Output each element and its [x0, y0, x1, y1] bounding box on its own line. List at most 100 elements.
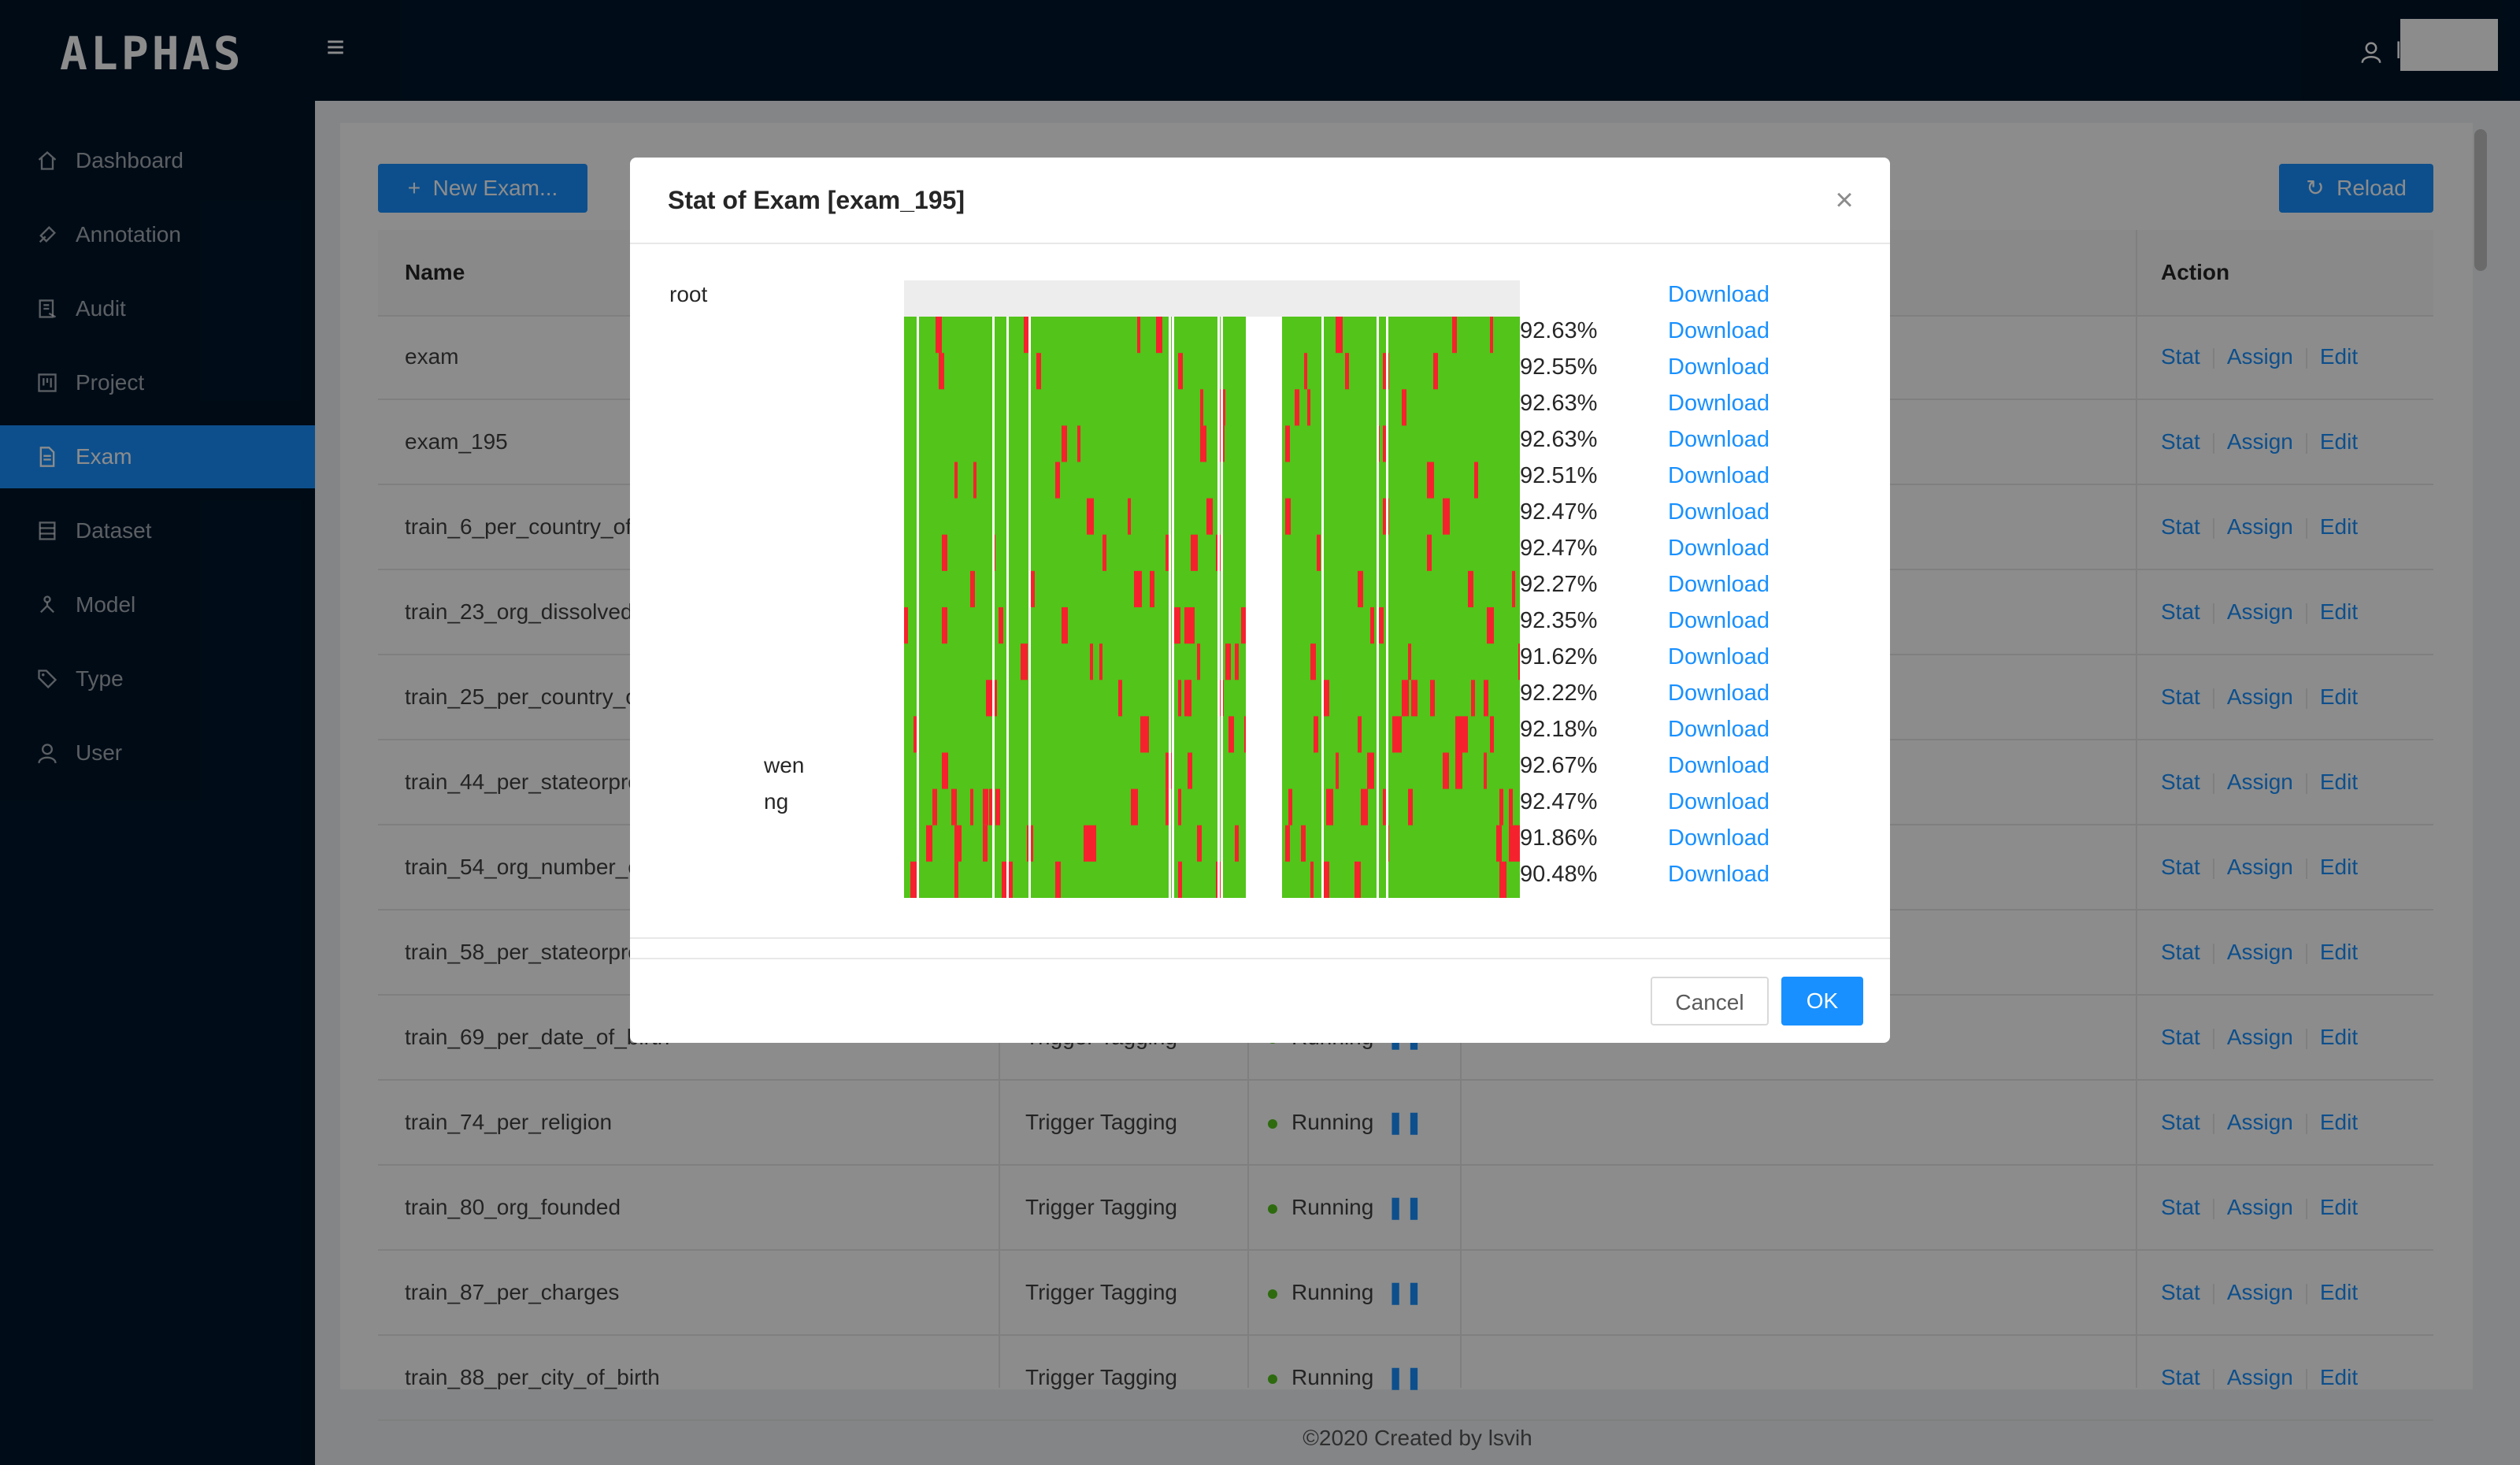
accuracy-value: 92.51%: [1520, 463, 1598, 488]
download-link[interactable]: Download: [1668, 644, 1770, 670]
heatmap-column-gap: [1028, 317, 1031, 898]
heatmap-error-cell: [1509, 825, 1516, 862]
tree-root-label[interactable]: root: [669, 282, 707, 307]
download-link[interactable]: Download: [1668, 463, 1770, 489]
heatmap-error-cell: [1443, 752, 1449, 789]
heatmap-error-cell: [1358, 716, 1362, 753]
heatmap-error-cell: [1197, 643, 1200, 681]
accuracy-value: 90.48%: [1520, 862, 1598, 887]
download-link[interactable]: Download: [1668, 282, 1770, 308]
heatmap-error-cell: [1197, 825, 1202, 862]
heatmap-column-gap: [1377, 317, 1379, 898]
heatmap-error-cell: [1433, 353, 1438, 390]
heatmap-error-cell: [1225, 643, 1231, 681]
heatmap-error-cell: [1310, 861, 1314, 898]
heatmap-error-cell: [932, 788, 937, 825]
modal-header: Stat of Exam [exam_195] ×: [630, 158, 1890, 244]
heatmap-error-cell: [1188, 680, 1191, 717]
heatmap-column-gap: [1221, 317, 1223, 898]
heatmap-error-cell: [986, 680, 992, 717]
heatmap-error-cell: [1285, 498, 1291, 535]
heatmap-error-cell: [1361, 788, 1368, 825]
heatmap-error-cell: [1137, 317, 1140, 354]
heatmap-error-cell: [926, 825, 932, 862]
heatmap-error-cell: [1178, 680, 1181, 717]
download-link[interactable]: Download: [1668, 572, 1770, 598]
download-link[interactable]: Download: [1668, 536, 1770, 562]
modal-footer: Cancel OK: [630, 958, 1890, 1044]
ok-button[interactable]: OK: [1781, 977, 1863, 1026]
accuracy-value: 92.35%: [1520, 608, 1598, 633]
heatmap-error-cell: [1367, 752, 1374, 789]
accuracy-value: 92.67%: [1520, 753, 1598, 778]
heatmap-error-cell: [1336, 752, 1339, 789]
heatmap-error-cell: [970, 788, 973, 825]
download-link[interactable]: Download: [1668, 354, 1770, 380]
heatmap-error-cell: [942, 607, 947, 644]
download-link[interactable]: Download: [1668, 427, 1770, 453]
heatmap-error-cell: [1336, 317, 1343, 354]
accuracy-value: 91.86%: [1520, 825, 1598, 851]
download-link[interactable]: Download: [1668, 825, 1770, 851]
heatmap-error-cell: [1370, 607, 1374, 644]
heatmap-error-cell: [1490, 317, 1493, 354]
heatmap-error-cell: [983, 825, 988, 862]
heatmap-error-cell: [1484, 680, 1488, 717]
heatmap-error-cell: [904, 607, 908, 644]
accuracy-value: 92.63%: [1520, 318, 1598, 343]
download-link[interactable]: Download: [1668, 753, 1770, 779]
accuracy-value: 92.47%: [1520, 789, 1598, 814]
download-link[interactable]: Download: [1668, 717, 1770, 743]
heatmap-error-cell: [1131, 788, 1138, 825]
heatmap-error-cell: [973, 462, 976, 499]
heatmap-error-cell: [1455, 752, 1462, 789]
heatmap-error-cell: [1395, 716, 1402, 753]
heatmap-error-cell: [1468, 570, 1473, 607]
heatmap-error-cell: [1188, 752, 1192, 789]
tree-node-label[interactable]: ng: [764, 789, 788, 814]
heatmap-error-cell: [1402, 389, 1406, 426]
heatmap-column-gap: [1006, 317, 1009, 898]
heatmap-error-cell: [1143, 716, 1149, 753]
heatmap-error-cell: [999, 607, 1003, 644]
heatmap-error-cell: [1323, 861, 1329, 898]
heatmap-error-cell: [1036, 353, 1041, 390]
heatmap-column-gap: [1169, 317, 1171, 898]
heatmap-error-cell: [951, 788, 957, 825]
download-link[interactable]: Download: [1668, 608, 1770, 634]
heatmap-error-cell: [1452, 317, 1457, 354]
heatmap-error-cell: [1235, 643, 1239, 681]
stat-modal: Stat of Exam [exam_195] × root wen ng Dow…: [630, 158, 1890, 1043]
heatmap-error-cell: [1474, 462, 1478, 499]
download-link[interactable]: Download: [1668, 391, 1770, 417]
download-link[interactable]: Download: [1668, 318, 1770, 344]
download-link[interactable]: Download: [1668, 862, 1770, 888]
close-icon[interactable]: ×: [1829, 184, 1860, 216]
heatmap-error-cell: [1084, 825, 1090, 862]
cancel-button[interactable]: Cancel: [1651, 977, 1769, 1026]
download-link[interactable]: Download: [1668, 681, 1770, 707]
heatmap-header-band: [904, 280, 1520, 317]
accuracy-value: 91.62%: [1520, 644, 1598, 669]
accuracy-value: 92.55%: [1520, 354, 1598, 380]
tree-node-label[interactable]: wen: [764, 753, 804, 778]
heatmap-error-cell: [1345, 353, 1349, 390]
heatmap-error-cell: [1462, 716, 1468, 753]
heatmap-error-cell: [1235, 825, 1239, 862]
heatmap-error-cell: [1317, 534, 1321, 571]
heatmap-error-cell: [1188, 607, 1195, 644]
download-link[interactable]: Download: [1668, 789, 1770, 815]
heatmap-error-cell: [1285, 825, 1290, 862]
accuracy-value: 92.22%: [1520, 681, 1598, 706]
heatmap-error-cell: [1411, 680, 1418, 717]
heatmap-error-cell: [954, 462, 958, 499]
heatmap-error-cell: [942, 534, 947, 571]
heatmap-error-cell: [1304, 353, 1307, 390]
heatmap-error-cell: [1228, 716, 1234, 753]
heatmap-error-cell: [914, 716, 917, 753]
download-link[interactable]: Download: [1668, 499, 1770, 525]
heatmap-error-cell: [936, 317, 942, 354]
heatmap-error-cell: [939, 353, 944, 390]
heatmap-error-cell: [1499, 861, 1506, 898]
heatmap-error-cell: [1496, 825, 1502, 862]
